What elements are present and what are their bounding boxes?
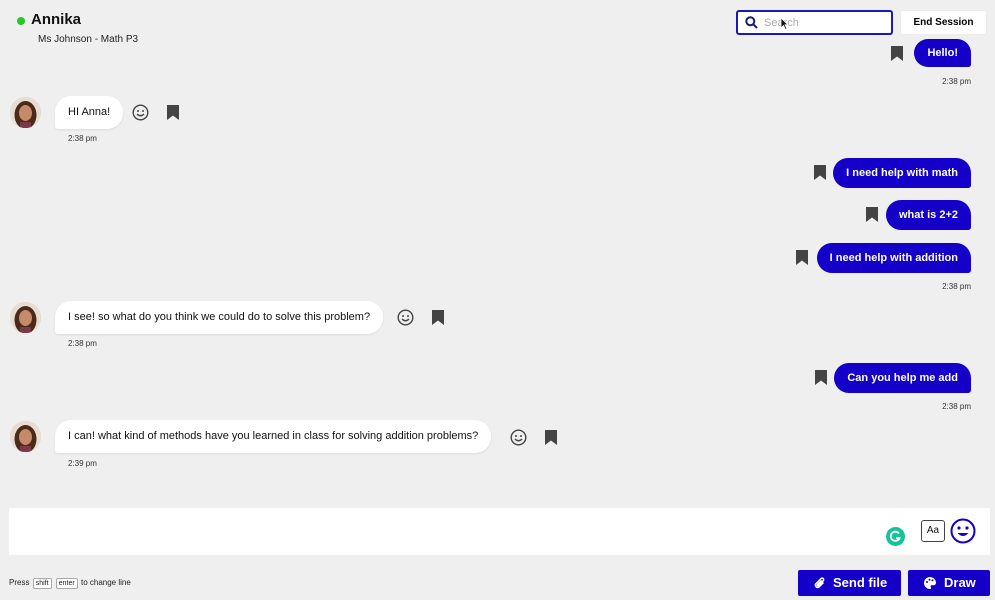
search-box[interactable] xyxy=(736,10,893,35)
shift-key-label: shift xyxy=(32,578,52,589)
sent-message-bubble: Hello! xyxy=(914,39,971,67)
text-format-button[interactable]: Aa xyxy=(921,520,945,542)
enter-key-label: enter xyxy=(55,578,78,589)
hint-suffix: to change line xyxy=(80,578,131,587)
message-timestamp: 2:38 pm xyxy=(942,282,971,291)
message-timestamp: 2:38 pm xyxy=(68,134,97,143)
bookmark-icon[interactable] xyxy=(814,165,826,180)
bookmark-icon[interactable] xyxy=(866,207,878,222)
send-file-label: Send file xyxy=(833,575,888,590)
grammarly-icon[interactable] xyxy=(886,527,905,546)
send-file-button[interactable]: Send file xyxy=(798,570,901,596)
react-emoji-icon[interactable] xyxy=(510,429,527,446)
emoji-picker-icon[interactable] xyxy=(950,518,976,544)
hint-prefix: Press xyxy=(9,578,30,587)
tutor-avatar xyxy=(10,302,41,333)
tutor-avatar xyxy=(10,421,41,452)
bookmark-icon[interactable] xyxy=(796,250,808,265)
received-message-bubble: I can! what kind of methods have you lea… xyxy=(55,420,492,453)
received-message-bubble: HI Anna! xyxy=(55,96,124,129)
tutor-avatar xyxy=(10,97,41,128)
chat-header: Annika Ms Johnson - Math P3 End Session xyxy=(0,0,995,46)
message-input[interactable] xyxy=(19,516,879,546)
message-timestamp: 2:39 pm xyxy=(68,459,97,468)
sent-message-bubble: Can you help me add xyxy=(834,363,971,393)
message-timestamp: 2:38 pm xyxy=(942,402,971,411)
sent-message-bubble: I need help with addition xyxy=(816,243,971,273)
react-emoji-icon[interactable] xyxy=(132,104,149,121)
message-composer xyxy=(9,508,990,555)
online-status-dot xyxy=(17,17,25,25)
draw-button[interactable]: Draw xyxy=(908,570,990,596)
student-name: Annika xyxy=(31,11,82,28)
draw-label: Draw xyxy=(944,575,976,590)
bookmark-icon[interactable] xyxy=(432,310,444,325)
search-icon xyxy=(745,16,758,29)
bookmark-icon[interactable] xyxy=(545,430,557,445)
react-emoji-icon[interactable] xyxy=(397,309,414,326)
message-timestamp: 2:38 pm xyxy=(942,77,971,86)
keyboard-hint: Press shift enter to change line xyxy=(9,578,131,589)
message-timestamp: 2:38 pm xyxy=(68,339,97,348)
end-session-button[interactable]: End Session xyxy=(900,10,987,35)
received-message-bubble: I see! so what do you think we could do … xyxy=(55,301,384,334)
paperclip-icon xyxy=(814,577,825,589)
bookmark-icon[interactable] xyxy=(891,46,903,61)
sent-message-bubble: what is 2+2 xyxy=(885,200,971,230)
bookmark-icon[interactable] xyxy=(167,105,179,120)
mouse-cursor-icon xyxy=(780,17,789,30)
sent-message-bubble: I need help with math xyxy=(833,158,971,188)
bookmark-icon[interactable] xyxy=(815,370,827,385)
palette-icon xyxy=(924,577,936,589)
class-label: Ms Johnson - Math P3 xyxy=(38,34,139,45)
